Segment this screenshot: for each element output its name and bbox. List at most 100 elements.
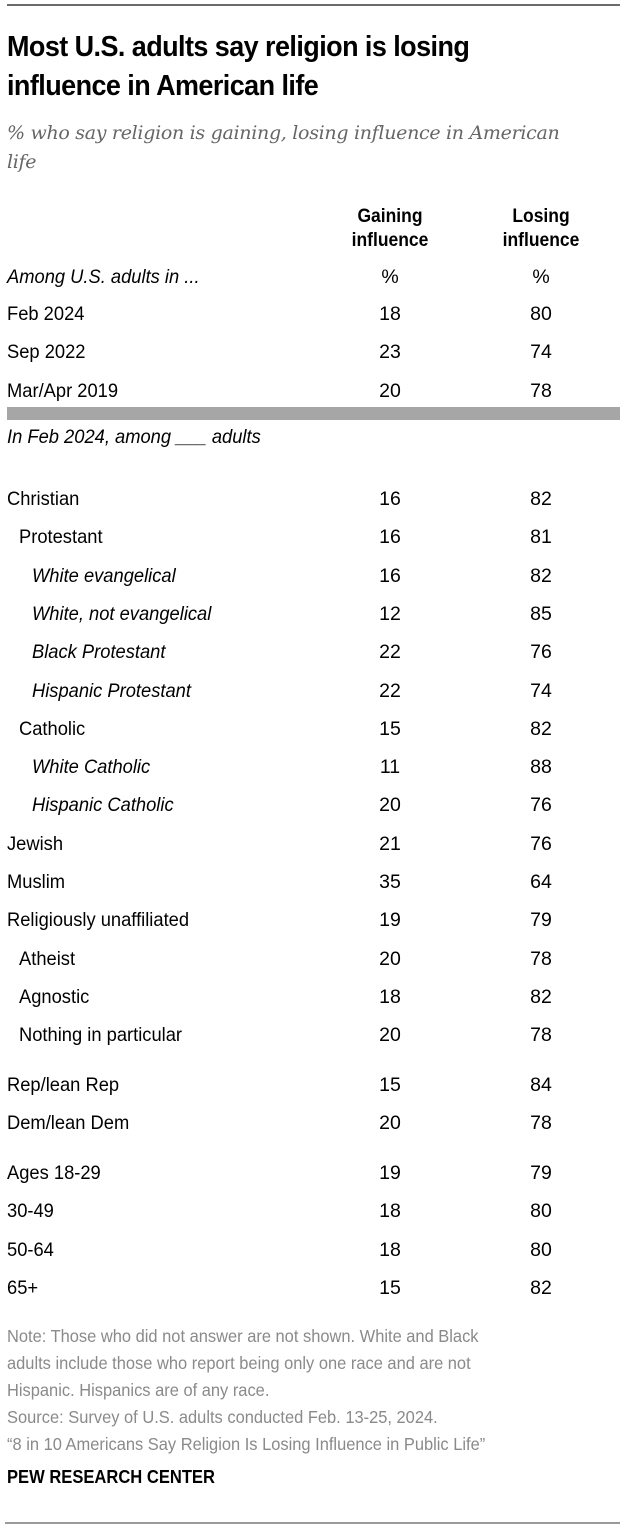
value-gaining: 20 (379, 1024, 401, 1047)
value-gaining: 15 (379, 717, 401, 740)
row-label: Religiously unaffiliated (7, 909, 190, 932)
table-row: Dem/lean Dem 20 78 (0, 1108, 620, 1138)
value-gaining: 16 (379, 564, 401, 587)
table-row: Ages 18-29 19 79 (0, 1158, 620, 1188)
row-label: Feb 2024 (7, 303, 85, 325)
value-gaining: 16 (379, 488, 401, 510)
value-losing: 76 (530, 794, 552, 817)
table-row: White, not evangelical 12 85 (0, 599, 620, 629)
section-label: Among U.S. adults in ... (7, 266, 200, 288)
unit-label-gaining: % (381, 266, 399, 288)
value-losing: 64 (530, 871, 552, 893)
table-row: 30-49 18 80 (0, 1196, 620, 1226)
row-label: Rep/lean Rep (7, 1074, 120, 1096)
row-label: Atheist (19, 947, 76, 970)
notes: Note: Those who did not answer are not s… (7, 1323, 571, 1458)
row-label: White, not evangelical (32, 602, 212, 625)
value-losing: 78 (530, 947, 552, 970)
row-label: Ages 18-29 (7, 1162, 101, 1185)
value-losing: 74 (530, 679, 552, 702)
row-label: 50-64 (7, 1238, 54, 1261)
value-gaining: 22 (379, 641, 401, 664)
value-losing: 74 (530, 341, 552, 364)
table-row: Black Protestant 22 76 (0, 637, 620, 667)
column-header-gaining: Gaining influence (351, 206, 429, 251)
value-gaining: 20 (379, 947, 401, 970)
table-row: Hispanic Catholic 20 76 (0, 790, 620, 820)
row-label: Dem/lean Dem (7, 1112, 130, 1135)
value-losing: 76 (530, 641, 552, 664)
table-row: White Catholic 11 88 (0, 752, 620, 782)
column-header-losing: Losing influence (502, 206, 580, 251)
table-row: Jewish 21 76 (0, 829, 620, 859)
table-row: Atheist 20 78 (0, 944, 620, 974)
row-label: Protestant (19, 526, 103, 549)
value-gaining: 35 (379, 871, 401, 893)
note-line: adults include those who report being on… (7, 1353, 471, 1373)
value-gaining: 21 (379, 832, 401, 855)
value-losing: 78 (530, 1024, 552, 1047)
section-label: In Feb 2024, among ___ adults (7, 426, 261, 448)
value-losing: 82 (530, 717, 552, 740)
value-gaining: 20 (379, 379, 401, 402)
row-label: 30-49 (7, 1200, 54, 1223)
top-rule (7, 4, 620, 6)
pew-logo-text: PEW RESEARCH CENTER (7, 1467, 215, 1487)
note-line: Hispanic. Hispanics are of any race. (7, 1380, 270, 1400)
value-losing: 82 (530, 1277, 552, 1299)
row-label: Black Protestant (32, 641, 166, 664)
row-label: Hispanic Protestant (32, 679, 191, 702)
source-line: Source: Survey of U.S. adults conducted … (7, 1407, 438, 1427)
row-label: Christian (7, 488, 80, 510)
row-label: Agnostic (19, 985, 90, 1008)
row-label: Sep 2022 (7, 341, 86, 364)
value-gaining: 18 (379, 1238, 401, 1261)
value-losing: 79 (530, 1162, 552, 1185)
value-gaining: 22 (379, 679, 401, 702)
value-gaining: 16 (379, 526, 401, 549)
table-row: White evangelical 16 82 (0, 561, 620, 591)
table-row: Hispanic Protestant 22 74 (0, 676, 620, 706)
note-line: Note: Those who did not answer are not s… (7, 1326, 479, 1346)
table-row: 50-64 18 80 (0, 1235, 620, 1265)
value-losing: 80 (530, 1238, 552, 1261)
value-gaining: 18 (379, 303, 401, 325)
value-losing: 88 (530, 756, 552, 779)
row-label: Hispanic Catholic (32, 794, 174, 817)
value-gaining: 19 (379, 1162, 401, 1185)
table-row: Muslim 35 64 (0, 867, 620, 897)
value-gaining: 19 (379, 909, 401, 932)
row-label: Muslim (7, 871, 66, 893)
value-gaining: 15 (379, 1277, 401, 1299)
value-losing: 76 (530, 832, 552, 855)
row-label: White Catholic (32, 756, 151, 779)
table-row: Christian 16 82 (0, 484, 620, 514)
row-label: Nothing in particular (19, 1024, 183, 1047)
table-row: Agnostic 18 82 (0, 982, 620, 1012)
value-losing: 81 (530, 526, 552, 549)
row-label: Catholic (19, 717, 86, 740)
table-row: Mar/Apr 2019 20 78 (0, 376, 620, 406)
value-gaining: 18 (379, 1200, 401, 1223)
table-row: 65+ 15 82 (0, 1273, 620, 1303)
value-gaining: 20 (379, 794, 401, 817)
bottom-rule (5, 1522, 620, 1524)
table-row: Protestant 16 81 (0, 522, 620, 552)
chart-subtitle: % who say religion is gaining, losing in… (7, 122, 560, 173)
table-row: Rep/lean Rep 15 84 (0, 1070, 620, 1100)
row-label: Mar/Apr 2019 (7, 379, 119, 402)
value-losing: 84 (530, 1074, 552, 1096)
value-losing: 79 (530, 909, 552, 932)
table-row: Feb 2024 18 80 (0, 299, 620, 329)
value-gaining: 23 (379, 341, 401, 364)
value-losing: 80 (530, 1200, 552, 1223)
value-losing: 78 (530, 1112, 552, 1135)
value-losing: 85 (530, 602, 552, 625)
row-label: White evangelical (32, 564, 176, 587)
report-title: “8 in 10 Americans Say Religion Is Losin… (7, 1434, 486, 1454)
chart-title: Most U.S. adults say religion is losing … (7, 31, 470, 102)
table-row: Nothing in particular 20 78 (0, 1020, 620, 1050)
section-header-row: Among U.S. adults in ... % % (0, 262, 620, 292)
value-losing: 82 (530, 564, 552, 587)
value-losing: 80 (530, 303, 552, 325)
